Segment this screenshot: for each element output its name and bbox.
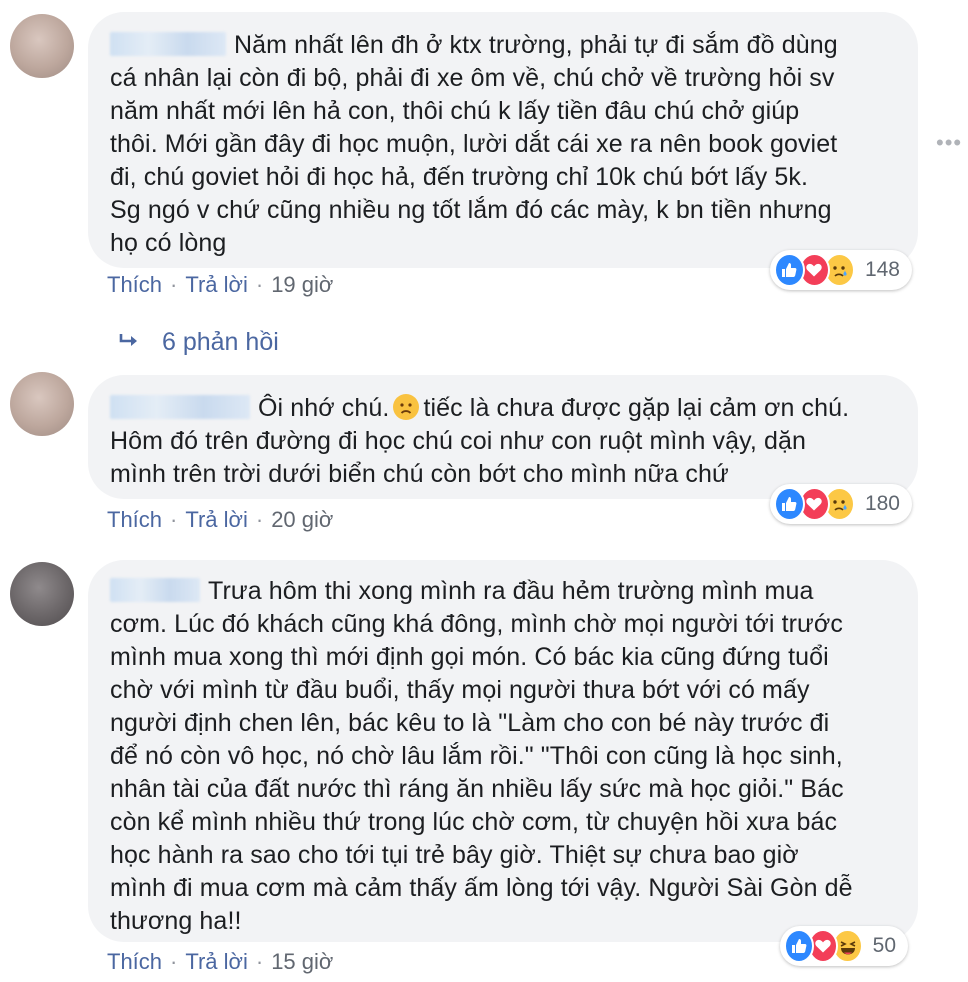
reaction-count: 50 bbox=[872, 934, 897, 957]
comment-actions: Thích · Trả lời · 15 giờ bbox=[107, 949, 334, 974]
reaction-summary[interactable]: 180 bbox=[770, 484, 912, 524]
like-icon bbox=[774, 487, 805, 521]
more-options-icon[interactable]: ••• bbox=[936, 130, 962, 156]
reply-button[interactable]: Trả lời bbox=[185, 949, 248, 974]
like-icon bbox=[774, 253, 805, 287]
comment-time[interactable]: 20 giờ bbox=[271, 507, 333, 532]
comment-text: Trưa hôm thi xong mình ra đầu hẻm trường… bbox=[110, 577, 853, 935]
reaction-summary[interactable]: 148 bbox=[770, 250, 912, 290]
comment-time[interactable]: 19 giờ bbox=[271, 272, 333, 297]
comment-time[interactable]: 15 giờ bbox=[271, 949, 333, 974]
view-replies-link[interactable]: 6 phản hồi bbox=[118, 328, 279, 357]
reaction-count: 148 bbox=[864, 258, 900, 281]
commenter-avatar[interactable] bbox=[10, 372, 74, 436]
like-icon bbox=[784, 929, 815, 963]
like-button[interactable]: Thích bbox=[107, 507, 162, 532]
reply-arrow-icon bbox=[118, 328, 140, 357]
commenter-avatar[interactable] bbox=[10, 562, 74, 626]
like-button[interactable]: Thích bbox=[107, 272, 162, 297]
reaction-count: 180 bbox=[864, 492, 900, 515]
comment-text: Ôi nhớ chú. tiếc là chưa được gặp lại cảm… bbox=[110, 394, 850, 488]
commenter-avatar[interactable] bbox=[10, 14, 74, 78]
reply-button[interactable]: Trả lời bbox=[185, 272, 248, 297]
reply-button[interactable]: Trả lời bbox=[185, 507, 248, 532]
like-button[interactable]: Thích bbox=[107, 949, 162, 974]
commenter-name-blurred[interactable] bbox=[110, 32, 226, 56]
comment-actions: Thích · Trả lời · 20 giờ bbox=[107, 507, 334, 532]
comment-actions: Thích · Trả lời · 19 giờ bbox=[107, 272, 334, 297]
commenter-name-blurred[interactable] bbox=[110, 395, 250, 419]
reaction-summary[interactable]: 50 bbox=[780, 926, 908, 966]
commenter-name-blurred[interactable] bbox=[110, 578, 200, 602]
replies-count-label[interactable]: 6 phản hồi bbox=[162, 328, 279, 356]
comment-text: Năm nhất lên đh ở ktx trường, phải tự đi… bbox=[110, 31, 838, 257]
sad-face-emoji-icon bbox=[393, 394, 420, 420]
